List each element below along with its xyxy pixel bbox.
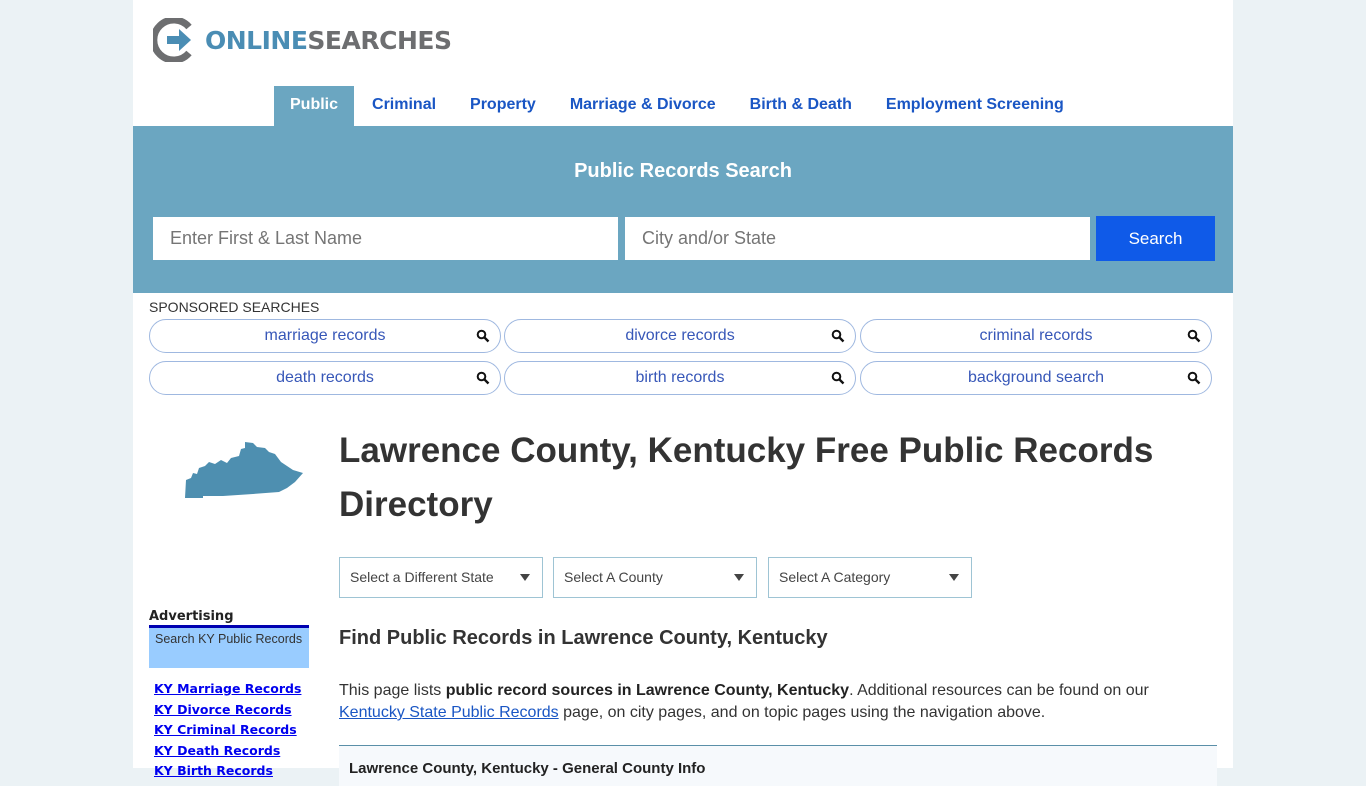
ky-criminal-records-link[interactable]: KY Criminal Records — [154, 721, 301, 742]
sponsored-label-text: divorce records — [625, 327, 735, 344]
name-input[interactable]: Enter First & Last Name — [153, 217, 618, 260]
ky-marriage-records-link[interactable]: KY Marriage Records — [154, 680, 301, 701]
intro-paragraph: This page lists public record sources in… — [339, 680, 1219, 724]
ky-links-list: KY Marriage Records KY Divorce Records K… — [154, 680, 301, 783]
ky-death-records-link[interactable]: KY Death Records — [154, 742, 301, 763]
state-select[interactable]: Select a Different State — [339, 557, 543, 598]
nav-item-criminal[interactable]: Criminal — [354, 86, 452, 126]
county-select-value: Select A County — [564, 569, 663, 585]
nav-item-birth-death[interactable]: Birth & Death — [732, 86, 868, 126]
nav-item-marriage-divorce[interactable]: Marriage & Divorce — [552, 86, 732, 126]
county-info-box: Lawrence County, Kentucky - General Coun… — [339, 745, 1217, 786]
category-select[interactable]: Select A Category — [768, 557, 972, 598]
intro-text: This page lists — [339, 682, 446, 699]
logo-icon — [153, 18, 192, 62]
search-icon — [476, 371, 490, 385]
sponsored-label: SPONSORED SEARCHES — [149, 299, 320, 315]
advertising-label: Advertising — [149, 609, 234, 624]
page-title: Lawrence County, Kentucky Free Public Re… — [339, 431, 1154, 524]
kentucky-state-records-link[interactable]: Kentucky State Public Records — [339, 704, 559, 721]
sponsored-birth-records[interactable]: birth records — [504, 361, 856, 395]
county-info-title: Lawrence County, Kentucky - General Coun… — [349, 760, 706, 777]
intro-text: page, on city pages, and on topic pages … — [558, 704, 1046, 721]
sponsored-background-search[interactable]: background search — [860, 361, 1212, 395]
nav-item-property[interactable]: Property — [452, 86, 552, 126]
search-banner: Public Records Search Enter First & Last… — [133, 126, 1233, 293]
search-icon — [831, 329, 845, 343]
sponsored-label-text: background search — [967, 369, 1105, 386]
page-container: ONLINESEARCHES Public Criminal Property … — [133, 0, 1233, 786]
nav-item-public[interactable]: Public — [274, 86, 355, 126]
category-select-value: Select A Category — [779, 569, 891, 585]
chevron-down-icon — [520, 574, 530, 581]
kentucky-map-icon — [185, 442, 303, 498]
sponsored-label-text: death records — [276, 369, 374, 386]
search-button[interactable]: Search — [1096, 216, 1215, 261]
sponsored-label-text: criminal records — [979, 327, 1093, 344]
sponsored-label-text: marriage records — [264, 327, 386, 344]
ky-divorce-records-link[interactable]: KY Divorce Records — [154, 701, 301, 722]
search-icon — [1187, 329, 1201, 343]
intro-text: . Additional resources can be found on o… — [849, 682, 1149, 699]
search-title: Public Records Search — [574, 160, 792, 182]
sponsored-death-records[interactable]: death records — [149, 361, 501, 395]
sponsored-divorce-records[interactable]: divorce records — [504, 319, 856, 353]
section-heading: Find Public Records in Lawrence County, … — [339, 627, 828, 649]
search-icon — [831, 371, 845, 385]
chevron-down-icon — [949, 574, 959, 581]
sponsored-label-text: birth records — [635, 369, 725, 386]
nav-item-employment-screening[interactable]: Employment Screening — [868, 86, 1080, 126]
main-nav: Public Criminal Property Marriage & Divo… — [274, 86, 1080, 126]
ad-box-search-ky[interactable]: Search KY Public Records — [149, 625, 309, 668]
chevron-down-icon — [734, 574, 744, 581]
search-icon — [476, 329, 490, 343]
ky-birth-records-link[interactable]: KY Birth Records — [154, 762, 301, 783]
sponsored-marriage-records[interactable]: marriage records — [149, 319, 501, 353]
state-select-value: Select a Different State — [350, 569, 494, 585]
search-icon — [1187, 371, 1201, 385]
county-select[interactable]: Select A County — [553, 557, 757, 598]
sponsored-criminal-records[interactable]: criminal records — [860, 319, 1212, 353]
location-input[interactable]: City and/or State — [625, 217, 1090, 260]
logo-text: ONLINESEARCHES — [205, 25, 452, 55]
intro-bold: public record sources in Lawrence County… — [445, 682, 850, 699]
site-logo[interactable]: ONLINESEARCHES — [153, 18, 452, 62]
